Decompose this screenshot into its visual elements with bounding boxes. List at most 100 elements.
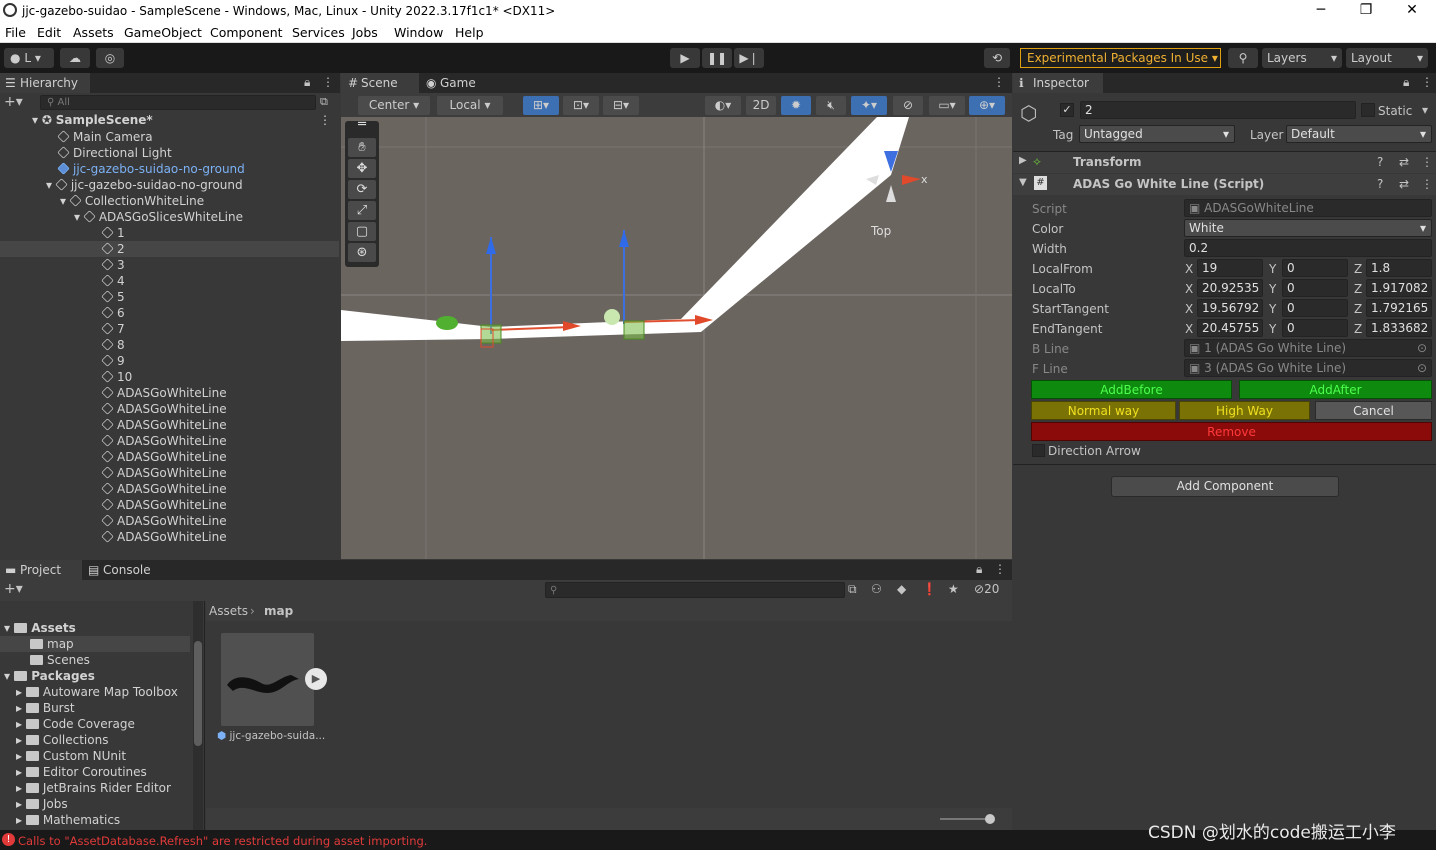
asset-thumbnail[interactable]: ▶	[221, 633, 327, 726]
add-after-button[interactable]: AddAfter	[1239, 380, 1432, 399]
minimize-button[interactable]: ─	[1298, 0, 1344, 22]
pivot-center-dropdown[interactable]: Center ▾	[358, 96, 430, 115]
add-component-button[interactable]: Add Component	[1111, 476, 1339, 497]
list-item[interactable]: 7	[0, 321, 339, 337]
tree-item-package[interactable]: ▸ Mathematics	[0, 812, 190, 828]
toolbar-handle-icon[interactable]: ═	[348, 118, 376, 131]
menu-jobs[interactable]: Jobs	[352, 25, 378, 40]
audio-mute-icon[interactable]: 🔇︎	[816, 96, 846, 115]
list-item[interactable]: ADASGoWhiteLine	[0, 465, 339, 481]
lighting-icon[interactable]: ✹	[781, 96, 811, 115]
tree-item-package[interactable]: ▸ Custom NUnit	[0, 748, 190, 764]
component-menu-icon[interactable]: ⋮	[1421, 177, 1433, 191]
remove-button[interactable]: Remove	[1031, 422, 1432, 441]
list-item[interactable]: jjc-gazebo-suidao-no-ground	[0, 161, 339, 177]
list-item[interactable]: 3	[0, 257, 339, 273]
menu-file[interactable]: File	[5, 25, 26, 40]
localto-y[interactable]: 0	[1282, 279, 1348, 297]
object-picker-icon[interactable]: ⊙	[1417, 360, 1427, 376]
hidden-objects-icon[interactable]: ⊘	[893, 96, 923, 115]
scene-visibility-icon[interactable]: ⧉	[320, 95, 328, 109]
tree-item-package[interactable]: ▸ JetBrains Rider Editor	[0, 780, 190, 796]
list-item[interactable]: 9	[0, 353, 339, 369]
tree-item-package[interactable]: ▸ Editor Coroutines	[0, 764, 190, 780]
rotate-tool-icon[interactable]: ⟳	[348, 180, 376, 199]
toggle-2d-button[interactable]: 2D	[746, 96, 776, 115]
menu-edit[interactable]: Edit	[37, 25, 61, 40]
pause-button[interactable]: ❚❚	[702, 48, 732, 68]
layers-dropdown[interactable]: Layers ▾	[1262, 48, 1342, 68]
scene-viewport[interactable]: x Top	[341, 117, 1012, 559]
gizmo-top-label[interactable]: Top	[870, 224, 891, 238]
lock-icon[interactable]: 🔒︎	[304, 75, 310, 90]
cloud-icon[interactable]: ☁	[60, 48, 90, 68]
hierarchy-search-input[interactable]: ⚲ All	[40, 95, 316, 110]
list-item[interactable]: Directional Light	[0, 145, 339, 161]
static-checkbox[interactable]	[1361, 103, 1375, 117]
layer-dropdown[interactable]: Default ▾	[1286, 125, 1432, 143]
experimental-packages-dropdown[interactable]: Experimental Packages In Use ▾	[1020, 48, 1221, 68]
active-checkbox[interactable]: ✓	[1060, 103, 1074, 117]
panel-menu-icon[interactable]: ⋮	[993, 75, 1005, 89]
create-button[interactable]: +▾	[4, 94, 23, 110]
menu-services[interactable]: Services	[292, 25, 345, 40]
layout-dropdown[interactable]: Layout ▾	[1346, 48, 1428, 68]
component-menu-icon[interactable]: ⋮	[1421, 155, 1433, 169]
close-button[interactable]: ✕	[1389, 0, 1435, 22]
maximize-button[interactable]: ❐	[1343, 0, 1389, 22]
list-item[interactable]: ADASGoWhiteLine	[0, 385, 339, 401]
icon-size-slider[interactable]	[940, 818, 990, 820]
menu-component[interactable]: Component	[210, 25, 283, 40]
label-icon[interactable]: ◆	[897, 582, 906, 596]
endtangent-x[interactable]: 20.45755	[1197, 319, 1263, 337]
localto-z[interactable]: 1.917082	[1366, 279, 1432, 297]
scene-root[interactable]: ▾ ✪ SampleScene* ⋮	[0, 112, 339, 128]
tree-scrollbar[interactable]	[193, 601, 203, 830]
settings-icon[interactable]: ⇄	[1399, 177, 1409, 191]
starttangent-y[interactable]: 0	[1282, 299, 1348, 317]
step-button[interactable]: ▶❘	[734, 48, 764, 68]
asset-label[interactable]: ⬢ jjc-gazebo-suida...	[217, 730, 325, 742]
search-by-type-icon[interactable]: ⧉	[848, 582, 857, 597]
list-item[interactable]: ADASGoWhiteLine	[0, 449, 339, 465]
lock-icon[interactable]: 🔒︎	[1403, 75, 1409, 90]
draw-mode-icon[interactable]: ◐▾	[705, 96, 741, 115]
warning-icon[interactable]: ❗	[922, 582, 937, 596]
lock-icon[interactable]: 🔒︎	[976, 562, 982, 577]
help-icon[interactable]: ?	[1377, 155, 1383, 169]
expand-prefab-icon[interactable]: ▶	[305, 668, 327, 690]
list-item[interactable]: 8	[0, 337, 339, 353]
transform-tool-icon[interactable]: ⊛	[348, 243, 376, 262]
pivot-local-dropdown[interactable]: Local ▾	[437, 96, 503, 115]
panel-menu-icon[interactable]: ⋮	[994, 562, 1006, 576]
filter-icon[interactable]: ⚇	[871, 582, 882, 596]
tree-item-package[interactable]: ▸ Jobs	[0, 796, 190, 812]
favorite-icon[interactable]: ★	[948, 582, 959, 596]
breadcrumb-map[interactable]: map	[264, 604, 293, 618]
status-error-message[interactable]: Calls to "AssetDatabase.Refresh" are res…	[18, 834, 427, 848]
tab-hierarchy[interactable]: ☰ Hierarchy	[0, 73, 90, 93]
tab-project[interactable]: ▬ Project	[0, 560, 82, 580]
rect-tool-icon[interactable]: ▢	[348, 222, 376, 241]
play-button[interactable]: ▶	[670, 48, 700, 68]
list-item[interactable]: ADASGoWhiteLine	[0, 529, 339, 545]
list-item[interactable]: ADASGoWhiteLine	[0, 401, 339, 417]
history-icon[interactable]: ⟲	[984, 48, 1010, 68]
panel-menu-icon[interactable]: ⋮	[1421, 75, 1433, 89]
localfrom-x[interactable]: 19	[1197, 259, 1263, 277]
menu-gameobject[interactable]: GameObject	[124, 25, 202, 40]
grid-snap-icon[interactable]: ⊞▾	[523, 96, 559, 115]
tab-inspector[interactable]: ℹ Inspector	[1013, 73, 1103, 93]
list-item[interactable]: ADASGoWhiteLine	[0, 433, 339, 449]
list-item[interactable]: ADASGoWhiteLine	[0, 513, 339, 529]
menu-assets[interactable]: Assets	[73, 25, 114, 40]
menu-help[interactable]: Help	[455, 25, 484, 40]
tree-item-map[interactable]: map	[0, 636, 190, 652]
list-item[interactable]: 5	[0, 289, 339, 305]
tab-scene[interactable]: # Scene	[341, 73, 419, 93]
tab-console[interactable]: ▤ Console	[83, 560, 169, 580]
tree-item-package[interactable]: ▸ Autoware Map Toolbox	[0, 684, 190, 700]
hidden-packages-icon[interactable]: ⊘20	[974, 582, 999, 596]
script-header[interactable]: ▼ # ADAS Go White Line (Script) ? ⇄ ⋮	[1013, 174, 1436, 195]
list-item[interactable]: 6	[0, 305, 339, 321]
